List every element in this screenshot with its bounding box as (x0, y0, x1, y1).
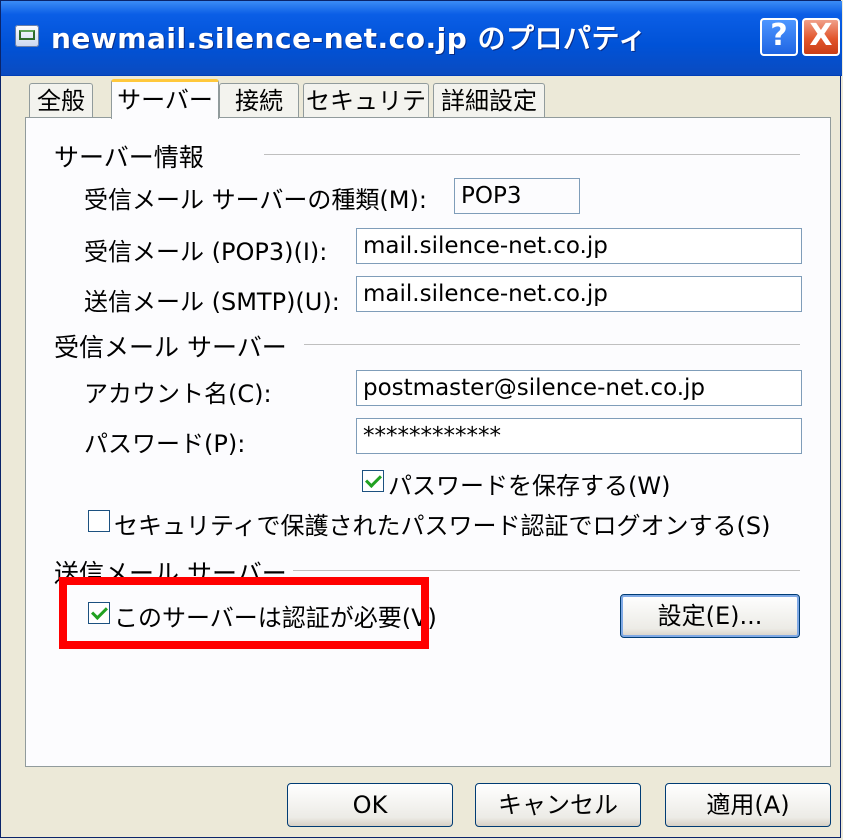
password-input[interactable]: ************ (356, 418, 802, 454)
close-button[interactable]: X (802, 18, 840, 56)
help-button[interactable]: ? (760, 18, 798, 56)
remember-password-label: パスワードを保存する(W) (388, 472, 671, 500)
properties-dialog: newmail.silence-net.co.jp のプロパティ ? X 全般 … (0, 0, 842, 838)
cancel-button[interactable]: キャンセル (475, 783, 641, 827)
server-info-heading: サーバー情報 (54, 138, 210, 174)
tab-connection[interactable]: 接続 (219, 83, 299, 117)
mail-account-icon (15, 25, 39, 47)
apply-button[interactable]: 適用(A) (665, 783, 831, 827)
window-title: newmail.silence-net.co.jp のプロパティ (51, 22, 647, 55)
tab-security[interactable]: セキュリティ (303, 83, 429, 149)
separator-line (264, 570, 800, 571)
title-bar[interactable]: newmail.silence-net.co.jp のプロパティ ? X (1, 1, 842, 76)
outgoing-server-input[interactable]: mail.silence-net.co.jp (356, 276, 802, 312)
spa-checkbox[interactable] (88, 510, 110, 532)
account-name-label: アカウント名(C): (84, 380, 272, 408)
incoming-server-heading: 受信メール サーバー (54, 328, 293, 364)
account-name-input[interactable]: postmaster@silence-net.co.jp (356, 370, 802, 406)
outgoing-server-label: 送信メール (SMTP)(U): (84, 288, 340, 316)
ok-button[interactable]: OK (287, 783, 453, 827)
tab-advanced[interactable]: 詳細設定 (433, 83, 545, 117)
remember-password-checkbox[interactable] (362, 470, 384, 492)
separator-line (264, 154, 800, 155)
tab-server[interactable]: サーバー (111, 79, 219, 119)
server-tab-panel: サーバー情報 受信メール サーバーの種類(M): POP3 受信メール (POP… (25, 117, 831, 767)
server-type-label: 受信メール サーバーの種類(M): (84, 186, 427, 214)
incoming-server-label: 受信メール (POP3)(I): (84, 238, 328, 266)
password-label: パスワード(P): (84, 430, 246, 458)
outgoing-settings-button[interactable]: 設定(E)... (620, 594, 800, 638)
spa-label: セキュリティで保護されたパスワード認証でログオンする(S) (114, 512, 771, 540)
server-type-value: POP3 (454, 178, 580, 214)
tab-general[interactable]: 全般 (29, 83, 93, 117)
incoming-server-input[interactable]: mail.silence-net.co.jp (356, 228, 802, 264)
highlight-frame (59, 577, 429, 649)
separator-line (304, 344, 800, 345)
